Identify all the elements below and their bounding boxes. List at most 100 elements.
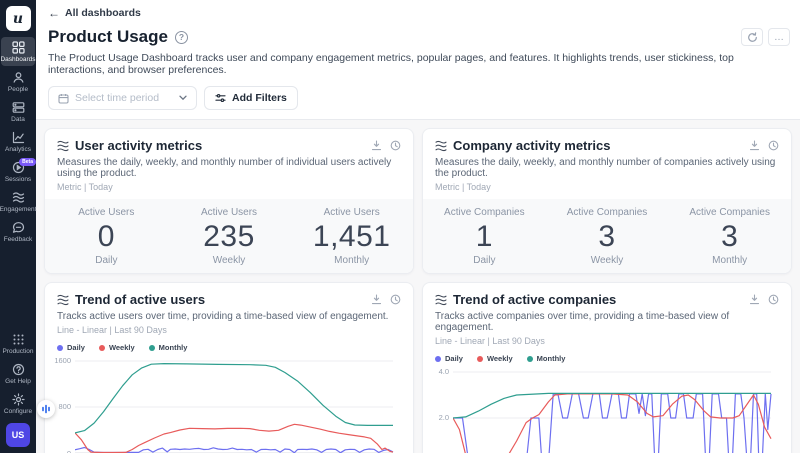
legend-dot-daily (57, 345, 63, 351)
insights-float-button[interactable] (37, 400, 55, 418)
line-chart-companies[interactable] (453, 369, 781, 453)
y-tick: 4.0 (439, 367, 449, 376)
engagement-icon (12, 191, 25, 204)
sidebar-item-dashboards[interactable]: Dashboards (1, 37, 35, 66)
back-link[interactable]: ← All dashboards (48, 6, 141, 20)
back-label: All dashboards (65, 7, 141, 19)
page-title: Product Usage (48, 27, 168, 47)
clock-icon[interactable] (768, 140, 779, 151)
sidebar: u Dashboards People Data Analytics Beta … (0, 0, 36, 453)
legend-daily[interactable]: Daily (57, 343, 85, 352)
clock-icon[interactable] (768, 294, 779, 305)
sidebar-item-get-help[interactable]: Get Help (1, 359, 35, 388)
stat-weekly: Active Companies 3 Weekly (546, 207, 669, 266)
clock-icon[interactable] (390, 294, 401, 305)
download-icon[interactable] (371, 294, 382, 305)
sidebar-item-label: Sessions (5, 176, 31, 183)
legend-dot-monthly (527, 356, 533, 362)
line-chart-users[interactable] (75, 358, 403, 453)
sidebar-item-sessions[interactable]: Beta Sessions (1, 157, 35, 186)
sidebar-item-label: Feedback (4, 236, 33, 243)
sidebar-item-label: People (8, 86, 28, 93)
title-help-icon[interactable]: ? (175, 31, 188, 44)
card-title: Trend of active companies (453, 292, 616, 307)
app-logo[interactable]: u (6, 6, 31, 31)
metric-icon (435, 294, 447, 306)
stat-label: Active Companies (423, 207, 546, 218)
metric-icon (57, 140, 69, 152)
user-avatar[interactable]: US (6, 423, 30, 447)
card-description: Measures the daily, weekly, and monthly … (435, 157, 779, 179)
help-icon (12, 363, 25, 376)
stat-period: Weekly (168, 255, 291, 266)
metric-icon (57, 294, 69, 306)
data-icon (12, 101, 25, 114)
stat-monthly: Active Users 1,451 Monthly (290, 207, 413, 266)
sidebar-item-label: Data (11, 116, 25, 123)
card-title: Company activity metrics (453, 138, 611, 153)
sidebar-item-data[interactable]: Data (1, 97, 35, 126)
stat-period: Weekly (546, 255, 669, 266)
sidebar-item-engagement[interactable]: Engagement (1, 187, 35, 216)
stat-label: Active Users (45, 207, 168, 218)
sidebar-item-configure[interactable]: Configure (1, 389, 35, 418)
time-period-select[interactable]: Select time period (48, 86, 197, 110)
card-description: Tracks active users over time, providing… (57, 311, 401, 322)
chart-legend: Daily Weekly Monthly (45, 335, 413, 354)
download-icon[interactable] (749, 140, 760, 151)
legend-monthly[interactable]: Monthly (527, 354, 566, 363)
refresh-button[interactable] (741, 28, 763, 46)
main-content: ← All dashboards Product Usage ? … The P… (36, 0, 800, 453)
stat-value: 235 (168, 220, 291, 254)
sidebar-item-people[interactable]: People (1, 67, 35, 96)
people-icon (12, 71, 25, 84)
card-meta: Metric | Today (435, 182, 779, 192)
clock-icon[interactable] (390, 140, 401, 151)
refresh-icon (747, 32, 758, 43)
stat-label: Active Users (168, 207, 291, 218)
card-company-activity-metrics: Company activity metrics Measures the da… (422, 128, 792, 274)
download-icon[interactable] (371, 140, 382, 151)
stats-strip: Active Users 0 Daily Active Users 235 We… (45, 199, 413, 273)
stat-label: Active Companies (546, 207, 669, 218)
card-meta: Line - Linear | Last 90 Days (57, 325, 401, 335)
sidebar-item-feedback[interactable]: Feedback (1, 217, 35, 246)
legend-weekly[interactable]: Weekly (99, 343, 135, 352)
add-filters-label: Add Filters (232, 92, 287, 104)
beta-badge: Beta (19, 158, 36, 166)
legend-dot-daily (435, 356, 441, 362)
stat-daily: Active Companies 1 Daily (423, 207, 546, 266)
chart-area: 4.0 2.0 0.0 (423, 365, 791, 453)
legend-monthly[interactable]: Monthly (149, 343, 188, 352)
y-tick: 2.0 (439, 413, 449, 422)
card-title: Trend of active users (75, 292, 205, 307)
filters-icon (215, 93, 226, 103)
stat-value: 3 (546, 220, 669, 254)
stat-label: Active Companies (668, 207, 791, 218)
y-axis-labels: 4.0 2.0 0.0 (429, 369, 453, 453)
y-tick: 0 (67, 449, 71, 453)
add-filters-button[interactable]: Add Filters (204, 86, 298, 110)
more-options-button[interactable]: … (768, 28, 790, 46)
back-arrow-icon: ← (48, 6, 60, 20)
feedback-icon (12, 221, 25, 234)
sidebar-item-label: Get Help (5, 378, 31, 385)
page-description: The Product Usage Dashboard tracks user … (48, 52, 790, 76)
calendar-icon (58, 93, 69, 104)
chevron-down-icon (179, 95, 187, 101)
sidebar-item-analytics[interactable]: Analytics (1, 127, 35, 156)
legend-weekly[interactable]: Weekly (477, 354, 513, 363)
stat-monthly: Active Companies 3 Monthly (668, 207, 791, 266)
download-icon[interactable] (749, 294, 760, 305)
sidebar-item-label: Configure (4, 408, 32, 415)
stat-period: Daily (45, 255, 168, 266)
y-tick: 1600 (54, 356, 71, 365)
sidebar-item-production[interactable]: Production (1, 329, 35, 358)
card-description: Tracks active companies over time, provi… (435, 311, 779, 333)
card-title: User activity metrics (75, 138, 202, 153)
legend-dot-weekly (99, 345, 105, 351)
legend-label: Monthly (159, 343, 188, 352)
stat-weekly: Active Users 235 Weekly (168, 207, 291, 266)
legend-label: Daily (445, 354, 463, 363)
legend-daily[interactable]: Daily (435, 354, 463, 363)
